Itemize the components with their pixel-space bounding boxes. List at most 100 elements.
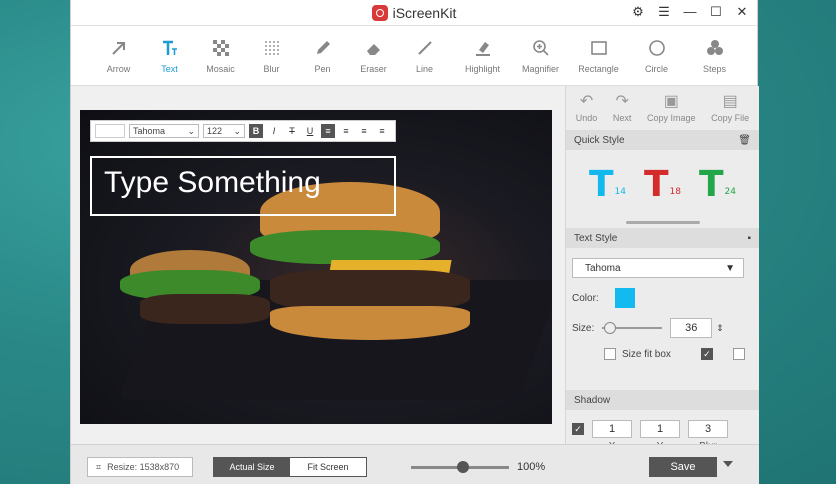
size-fit-row: Size fit box ✓: [604, 348, 753, 360]
resize-label: Resize: 1538x870: [107, 462, 180, 472]
tool-rectangle[interactable]: Rectangle: [573, 38, 624, 74]
size-input[interactable]: 36: [670, 318, 713, 338]
tool-label: Circle: [644, 63, 668, 74]
window-controls: ⚙ ☰ — ☐ ✕: [631, 4, 749, 20]
next-button[interactable]: ↷ Next: [613, 93, 632, 123]
menu-icon[interactable]: ☰: [657, 4, 671, 20]
style-checkbox[interactable]: [732, 348, 745, 360]
chevron-down-icon: ⌄: [187, 125, 195, 136]
photo-burger: Tahoma ⌄ 122 ⌄ B I T U ≡ ≡ ≡ ≡ Type Some…: [80, 110, 552, 424]
style-font-value: Tahoma: [585, 262, 621, 274]
file-icon: ▤: [722, 92, 738, 110]
bold-button[interactable]: B: [249, 124, 263, 138]
align-center-button[interactable]: ≡: [339, 124, 353, 138]
tool-blur[interactable]: Blur: [246, 38, 297, 74]
view-toggle: Actual Size Fit Screen: [213, 457, 367, 477]
close-icon[interactable]: ✕: [735, 4, 749, 20]
settings-icon[interactable]: ⚙: [631, 4, 645, 20]
font-size-select[interactable]: 122 ⌄: [203, 124, 245, 138]
minimize-icon[interactable]: —: [683, 4, 697, 20]
scroll-indicator[interactable]: [626, 221, 700, 224]
align-right-button[interactable]: ≡: [357, 124, 371, 138]
color-row: Color:: [572, 288, 753, 308]
app-title: iScreenKit: [392, 4, 457, 21]
zoom-knob[interactable]: [457, 461, 469, 473]
trash-icon[interactable]: 🗑: [738, 135, 751, 146]
lettuce: [250, 230, 440, 264]
size-label: Size:: [572, 322, 595, 334]
quick-style-size: 14: [614, 186, 626, 197]
left-patty: [140, 294, 270, 324]
copy-image-button[interactable]: ▣ Copy Image: [647, 93, 696, 123]
tool-label: Pen: [314, 63, 331, 74]
undo-button[interactable]: ↶ Undo: [575, 92, 598, 123]
chevron-down-icon: ⌄: [233, 125, 241, 136]
save-style-icon[interactable]: ▪: [747, 233, 751, 244]
tool-steps[interactable]: Steps: [689, 38, 740, 74]
tool-label: Mosaic: [206, 63, 235, 74]
tool-highlight[interactable]: Highlight: [457, 38, 508, 74]
title-bar: iScreenKit ⚙ ☰ — ☐ ✕: [71, 0, 757, 26]
quick-style-item[interactable]: T 18: [644, 164, 681, 205]
zoom-slider[interactable]: [411, 461, 509, 473]
strikethrough-button[interactable]: T: [285, 124, 299, 138]
zoom-value: 100%: [517, 461, 546, 473]
shadow-y-input[interactable]: 1: [640, 420, 680, 438]
eraser-icon: [364, 38, 384, 58]
style-checkbox-checked[interactable]: ✓: [700, 348, 713, 360]
text-icon: [160, 38, 180, 58]
tool-label: Line: [415, 63, 433, 74]
font-select[interactable]: Tahoma ⌄: [129, 124, 199, 138]
tool-label: Steps: [702, 63, 726, 74]
tool-pen[interactable]: Pen: [297, 38, 348, 74]
save-button[interactable]: Save: [649, 457, 717, 477]
quick-style-item[interactable]: T 24: [699, 164, 736, 205]
quick-style-item[interactable]: T 14: [589, 164, 626, 205]
app-logo: iScreenKit: [371, 4, 457, 21]
tool-arrow[interactable]: Arrow: [93, 38, 144, 74]
italic-button[interactable]: I: [267, 124, 281, 138]
tool-label: Eraser: [360, 63, 387, 74]
actual-size-button[interactable]: Actual Size: [214, 458, 290, 476]
action-label: Undo: [575, 112, 598, 123]
save-dropdown-icon[interactable]: [723, 461, 733, 467]
tool-label: Text: [161, 63, 178, 74]
tool-mosaic[interactable]: Mosaic: [195, 38, 246, 74]
tool-magnifier[interactable]: Magnifier: [515, 38, 566, 74]
quick-style-size: 24: [724, 186, 736, 197]
tool-eraser[interactable]: Eraser: [348, 38, 399, 74]
fit-screen-button[interactable]: Fit Screen: [290, 458, 366, 476]
shadow-x-input[interactable]: 1: [592, 420, 632, 438]
align-justify-button[interactable]: ≡: [375, 124, 389, 138]
text-color-swatch[interactable]: [95, 124, 125, 138]
app-window: iScreenKit ⚙ ☰ — ☐ ✕ Arrow Text Mosaic B…: [70, 0, 759, 484]
tool-text[interactable]: Text: [144, 38, 195, 74]
line-icon: [415, 38, 435, 58]
caret-down-icon: ▼: [725, 262, 735, 274]
slider-knob[interactable]: [604, 322, 617, 334]
text-input-box[interactable]: Type Something: [90, 156, 396, 216]
shadow-blur-input[interactable]: 3: [688, 420, 728, 438]
stepper-icon[interactable]: ⇕: [716, 323, 724, 334]
bottom-bun: [270, 306, 470, 340]
color-label: Color:: [572, 292, 599, 304]
underline-button[interactable]: U: [303, 124, 317, 138]
size-slider[interactable]: [602, 322, 663, 334]
copy-file-button[interactable]: ▤ Copy File: [711, 92, 749, 123]
shadow-checkbox[interactable]: ✓: [572, 423, 584, 435]
resize-button[interactable]: ⌗ Resize: 1538x870: [87, 457, 193, 477]
undo-icon: ↶: [579, 92, 594, 110]
tool-line[interactable]: Line: [399, 38, 450, 74]
color-swatch[interactable]: [614, 288, 635, 308]
style-font-select[interactable]: Tahoma ▼: [572, 258, 744, 278]
crop-icon: ⌗: [96, 461, 102, 472]
shadow-row: ✓ 1 1 3: [566, 410, 759, 438]
size-fit-checkbox[interactable]: [604, 348, 616, 360]
shadow-header: Shadow: [566, 390, 759, 410]
magnifier-icon: [531, 38, 551, 58]
quick-style-size: 18: [669, 186, 681, 197]
size-row: Size: 36 ⇕: [572, 318, 753, 338]
align-left-button[interactable]: ≡: [321, 124, 335, 138]
tool-circle[interactable]: Circle: [631, 38, 682, 74]
maximize-icon[interactable]: ☐: [709, 4, 723, 20]
